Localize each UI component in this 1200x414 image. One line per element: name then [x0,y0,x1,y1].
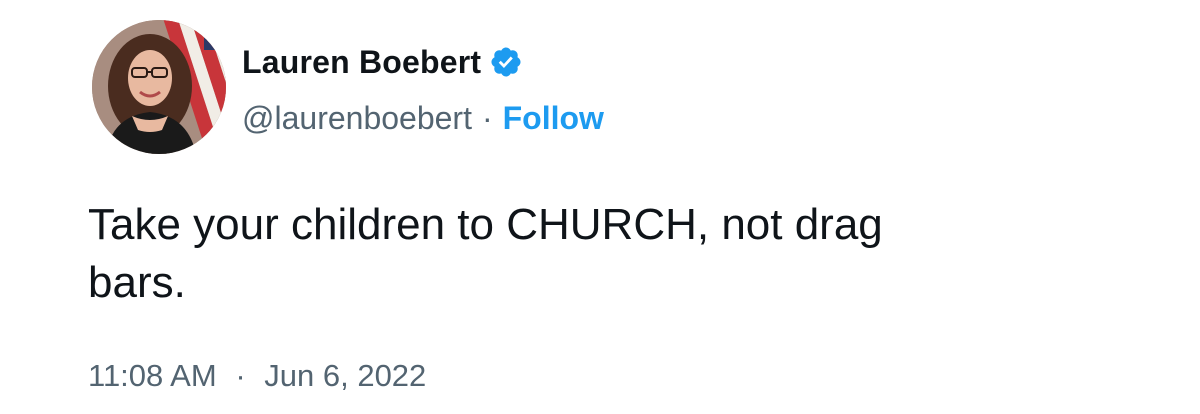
tweet-time: 11:08 AM [88,358,217,393]
author-name-row: Lauren Boebert [242,40,523,84]
tweet-timestamp[interactable]: 11:08 AM · Jun 6, 2022 [88,358,426,394]
author-handle[interactable]: @laurenboebert [242,100,472,137]
avatar-image [92,20,226,154]
author-name[interactable]: Lauren Boebert [242,44,481,81]
follow-button[interactable]: Follow [503,100,604,137]
tweet-card: Lauren Boebert @laurenboebert · Follow T… [0,0,1200,414]
tweet-text: Take your children to CHURCH, not drag b… [88,200,883,307]
separator-dot: · [481,99,493,136]
author-handle-row: @laurenboebert · Follow [242,96,604,140]
verified-badge-icon [489,45,523,79]
timestamp-separator: · [235,358,246,393]
tweet-date: Jun 6, 2022 [264,358,427,393]
avatar[interactable] [92,20,226,154]
